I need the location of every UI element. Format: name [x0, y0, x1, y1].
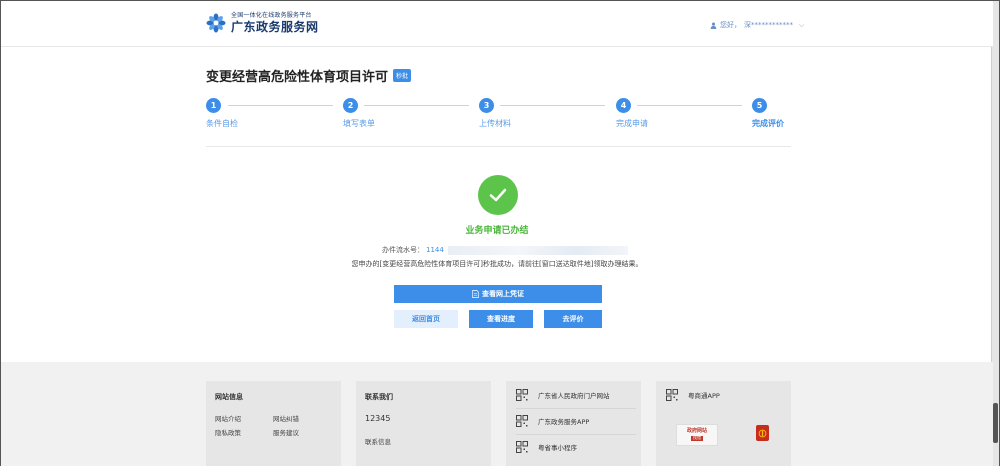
view-progress-button[interactable]: 查看进度: [469, 310, 533, 328]
portal-label: 广东政务服务APP: [538, 418, 590, 426]
footer-link-privacy[interactable]: 隐私政策: [215, 427, 241, 437]
site-logo[interactable]: 全国一体化在线政务服务平台 广东政务服务网: [206, 13, 319, 33]
step-3: 3 上传材料: [479, 98, 511, 128]
user-greeting: 您好，: [720, 21, 741, 29]
scrollbar-thumb[interactable]: [993, 403, 998, 443]
step-connector: [500, 105, 605, 106]
step-connector: [637, 105, 742, 106]
qr-code-icon: [516, 441, 528, 453]
footer-card-title: 联系我们: [365, 393, 393, 401]
footer-contact: 联系我们 12345 联系信息: [356, 381, 491, 466]
footer-card-title: 网站信息: [215, 393, 243, 401]
party-emblem-icon[interactable]: [756, 425, 769, 441]
step-label: 填写表单: [343, 119, 375, 128]
view-certificate-label: 查看网上凭证: [482, 290, 524, 298]
badge-title: 政府网站: [686, 428, 707, 435]
progress-steps: 1 条件自检 2 填写表单 3 上传材料 4 完成申请 5 完成评价: [206, 98, 791, 138]
footer-portals: 广东省人民政府门户网站 广东政务服务APP 粤省事小程序: [506, 381, 641, 466]
step-number: 2: [343, 98, 358, 113]
portal-label: 广东省人民政府门户网站: [538, 392, 610, 400]
serial-label: 办件流水号：: [382, 246, 424, 254]
site-header: 全国一体化在线政务服务平台 广东政务服务网 您好， 深************ …: [1, 1, 993, 47]
evaluate-button[interactable]: 去评价: [544, 310, 602, 328]
step-2: 2 填写表单: [343, 98, 375, 128]
gov-site-error-report-badge[interactable]: 政府网站 找错: [676, 424, 718, 446]
user-name: 深************: [744, 21, 793, 29]
step-number: 4: [616, 98, 631, 113]
footer-apps: 粤商通APP 政府网站 找错: [656, 381, 791, 466]
step-label-active: 完成评价: [752, 119, 784, 128]
qr-code-icon: [516, 415, 528, 427]
instant-approval-badge: 秒批: [393, 69, 412, 82]
step-number: 3: [479, 98, 494, 113]
footer-link-about[interactable]: 网站介绍: [215, 413, 241, 423]
step-connector: [228, 105, 333, 106]
user-icon: [710, 22, 717, 29]
footer-site-info: 网站信息 网站介绍 网站纠错 隐私政策 服务建议: [206, 381, 341, 466]
step-label: 上传材料: [479, 119, 511, 128]
portal-item-mini-program[interactable]: 粤省事小程序: [516, 441, 577, 453]
logo-title: 广东政务服务网: [231, 20, 319, 34]
step-number: 5: [752, 98, 767, 113]
section-divider: [206, 146, 791, 147]
portal-label: 粤省事小程序: [538, 444, 577, 452]
success-check-icon: [478, 175, 518, 215]
step-label: 条件自检: [206, 119, 238, 128]
badge-action: 找错: [691, 435, 703, 441]
portal-item-gov-site[interactable]: 广东省人民政府门户网站: [516, 389, 610, 401]
divider: [516, 408, 636, 409]
result-message: 您申办的[变更经营高危险性体育项目许可]秒批成功，请前往[窗口送达取件地]领取办…: [351, 260, 643, 268]
app-label: 粤商通APP: [688, 392, 720, 400]
logo-subtitle: 全国一体化在线政务服务平台: [231, 12, 312, 19]
page-title: 变更经营高危险性体育项目许可: [206, 70, 389, 85]
step-connector: [364, 105, 469, 106]
portal-item-gd-app[interactable]: 广东政务服务APP: [516, 415, 589, 427]
serial-number-row: 办件流水号： 1144: [382, 245, 628, 255]
app-item-yueshangtong[interactable]: 粤商通APP: [666, 389, 720, 401]
step-4: 4 完成申请: [616, 98, 648, 128]
logo-flower-icon: [206, 13, 226, 33]
hotline-number: 12345: [365, 414, 391, 423]
step-number: 1: [206, 98, 221, 113]
back-home-button[interactable]: 返回首页: [394, 310, 458, 328]
status-message: 业务申请已办结: [465, 226, 529, 236]
step-label: 完成申请: [616, 119, 648, 128]
chevron-down-icon: ⌵: [799, 20, 805, 29]
page-title-row: 变更经营高危险性体育项目许可 秒批: [206, 66, 412, 85]
step-5: 5 完成评价: [752, 98, 784, 128]
footer-link-report-error[interactable]: 网站纠错: [273, 413, 299, 423]
qr-code-icon: [666, 389, 678, 401]
divider: [516, 434, 636, 435]
view-certificate-button[interactable]: 查看网上凭证: [394, 285, 602, 303]
footer-link-suggestion[interactable]: 服务建议: [273, 427, 299, 437]
footer-link-contact-info[interactable]: 联系信息: [365, 436, 391, 446]
step-1: 1 条件自检: [206, 98, 238, 128]
site-footer: 网站信息 网站介绍 网站纠错 隐私政策 服务建议 联系我们 12345 联系信息…: [1, 362, 993, 466]
redacted-mask: [447, 245, 628, 255]
document-icon: [472, 290, 479, 298]
qr-code-icon: [516, 389, 528, 401]
serial-value: 1144: [426, 246, 444, 254]
user-menu[interactable]: 您好， 深************ ⌵: [710, 20, 804, 30]
